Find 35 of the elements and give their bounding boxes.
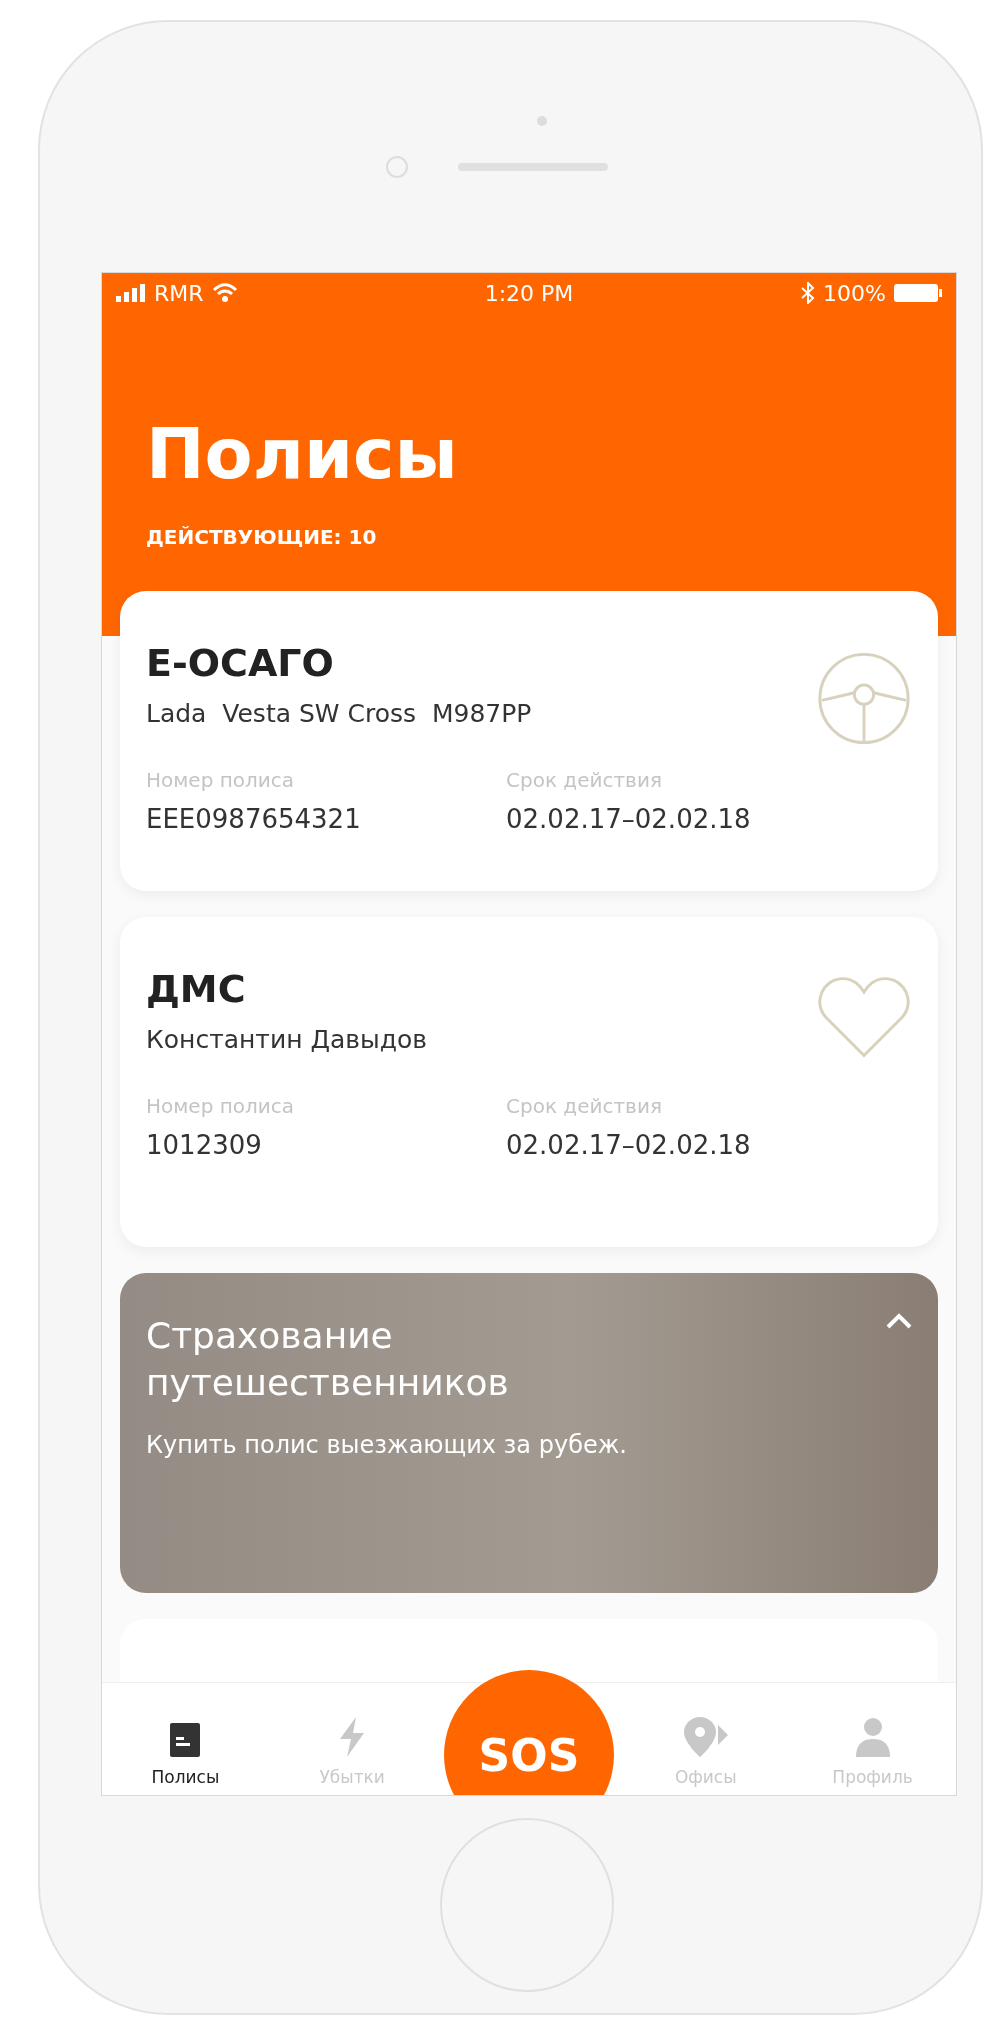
field-label: Номер полиса <box>146 768 296 792</box>
battery-icon <box>894 283 942 303</box>
policy-title: Е-ОСАГО <box>146 641 335 685</box>
page-title: Полисы <box>146 413 459 495</box>
travel-promo-banner[interactable]: Страхование путешественников Купить полис выезжающих за рубеж. <box>120 1273 938 1593</box>
chevron-up-icon <box>886 1313 912 1329</box>
document-icon <box>170 1723 201 1757</box>
bluetooth-icon <box>801 282 816 304</box>
field-value: EEE0987654321 <box>146 804 362 834</box>
nav-tab[interactable]: Полисы <box>110 1723 261 1795</box>
field-label: Срок действия <box>506 768 663 792</box>
field-value: 02.02.17–02.02.18 <box>506 1130 752 1160</box>
carrier-name: RMR <box>154 280 204 306</box>
clock-time: 1:20 PM <box>484 280 574 306</box>
active-count: ДЕЙСТВУЮЩИЕ: 10 <box>146 525 378 549</box>
field-label: Номер полиса <box>146 1094 296 1118</box>
policy-subject: Lada Vesta SW Cross М987РР <box>146 699 533 728</box>
field-value: 1012309 <box>146 1130 263 1160</box>
wifi-icon <box>211 283 238 303</box>
battery-percent: 100% <box>823 280 886 306</box>
map-pin-icon <box>683 1717 728 1757</box>
promo-text: Купить полис выезжающих за рубеж. <box>146 1430 627 1459</box>
lightning-icon <box>338 1717 367 1757</box>
signal-icon <box>116 284 146 302</box>
field-label: Срок действия <box>506 1094 663 1118</box>
sensor-dot <box>537 116 547 126</box>
camera-lens <box>386 156 408 178</box>
sos-button[interactable]: SOS <box>444 1670 614 1795</box>
policy-subject: Константин Давыдов <box>146 1025 429 1054</box>
person-icon <box>855 1717 890 1757</box>
policy-title: ДМС <box>146 967 247 1011</box>
policy-card[interactable]: ДМС Константин Давыдов Номер полиса 1012309 Срок действия 02.02.17–02.02.18 <box>120 917 938 1247</box>
promo-title: Страхование путешественников <box>146 1314 510 1405</box>
field-value: 02.02.17–02.02.18 <box>506 804 752 834</box>
policy-card[interactable]: Е-ОСАГО Lada Vesta SW Cross М987РР Номер полиса EEE0987654321 Срок действия 02.02.17–02.02.18 <box>120 591 938 891</box>
